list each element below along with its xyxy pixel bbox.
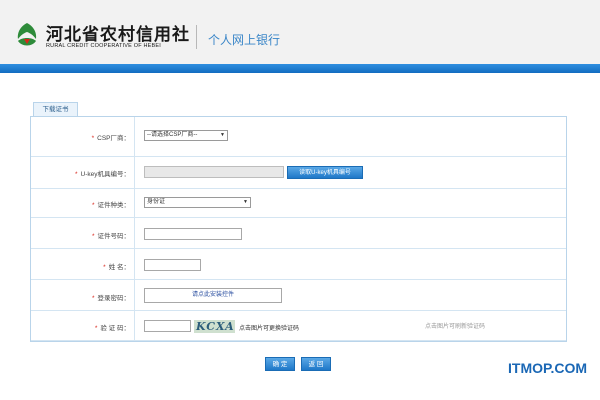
- row-name: * 姓 名：: [31, 249, 566, 280]
- row-csp: * CSP厂商： --请选择CSP厂商-- ▼: [31, 117, 566, 157]
- confirm-button[interactable]: 确 定: [265, 357, 295, 371]
- id-type-select[interactable]: 身份证 ▼: [144, 197, 251, 208]
- read-ukey-button[interactable]: 读取U-key机具编号: [287, 166, 363, 179]
- required-mark: *: [91, 135, 95, 142]
- ukey-id-field[interactable]: [144, 166, 284, 178]
- captcha-input[interactable]: [144, 320, 191, 332]
- row-password: * 登录密码： 请点此安装控件: [31, 280, 566, 311]
- csp-select[interactable]: --请选择CSP厂商-- ▼: [144, 130, 228, 141]
- captcha-hint-right: 点击图片可刷新验证码: [425, 324, 486, 330]
- password-control-field[interactable]: 请点此安装控件: [144, 288, 282, 303]
- row-id-number: * 证件号码：: [31, 218, 566, 249]
- site-name: 个人网上银行: [208, 33, 281, 47]
- row-ukey: * U-key机具编号： 读取U-key机具编号: [31, 157, 566, 189]
- label-password: 登录密码：: [97, 295, 131, 302]
- label-captcha: 验 证 码：: [100, 325, 130, 332]
- label-csp: CSP厂商：: [97, 135, 130, 142]
- watermark: ITMOP.COM: [508, 360, 588, 376]
- label-name: 姓 名：: [108, 264, 130, 271]
- captcha-hint: 点击图片可更换验证码: [239, 326, 300, 332]
- row-id-type: * 证件种类： 身份证 ▼: [31, 189, 566, 218]
- page-header: 河北省农村信用社 RURAL CREDIT COOPERATIVE OF HEB…: [0, 0, 600, 64]
- label-ukey: U-key机具编号：: [80, 171, 130, 178]
- back-button[interactable]: 返 回: [301, 357, 331, 371]
- chevron-down-icon: ▼: [220, 132, 225, 138]
- rcc-logo-icon: [17, 23, 37, 46]
- row-captcha: * 验 证 码： KCXA 点击图片可更换验证码 点击图片可刷新验证码: [31, 311, 566, 341]
- captcha-image[interactable]: KCXA: [194, 320, 235, 333]
- header-divider: [196, 25, 197, 49]
- logo-title: 河北省农村信用社: [46, 25, 190, 44]
- label-id-type: 证件种类：: [97, 202, 131, 209]
- chevron-down-icon: ▼: [243, 199, 248, 205]
- header-blue-bar: [0, 64, 600, 73]
- tab-download-cert[interactable]: 下载证书: [33, 102, 78, 117]
- id-number-input[interactable]: [144, 228, 242, 240]
- name-input[interactable]: [144, 259, 201, 271]
- label-id-number: 证件号码：: [97, 233, 131, 240]
- logo-subtitle: RURAL CREDIT COOPERATIVE OF HEBEI: [46, 43, 161, 49]
